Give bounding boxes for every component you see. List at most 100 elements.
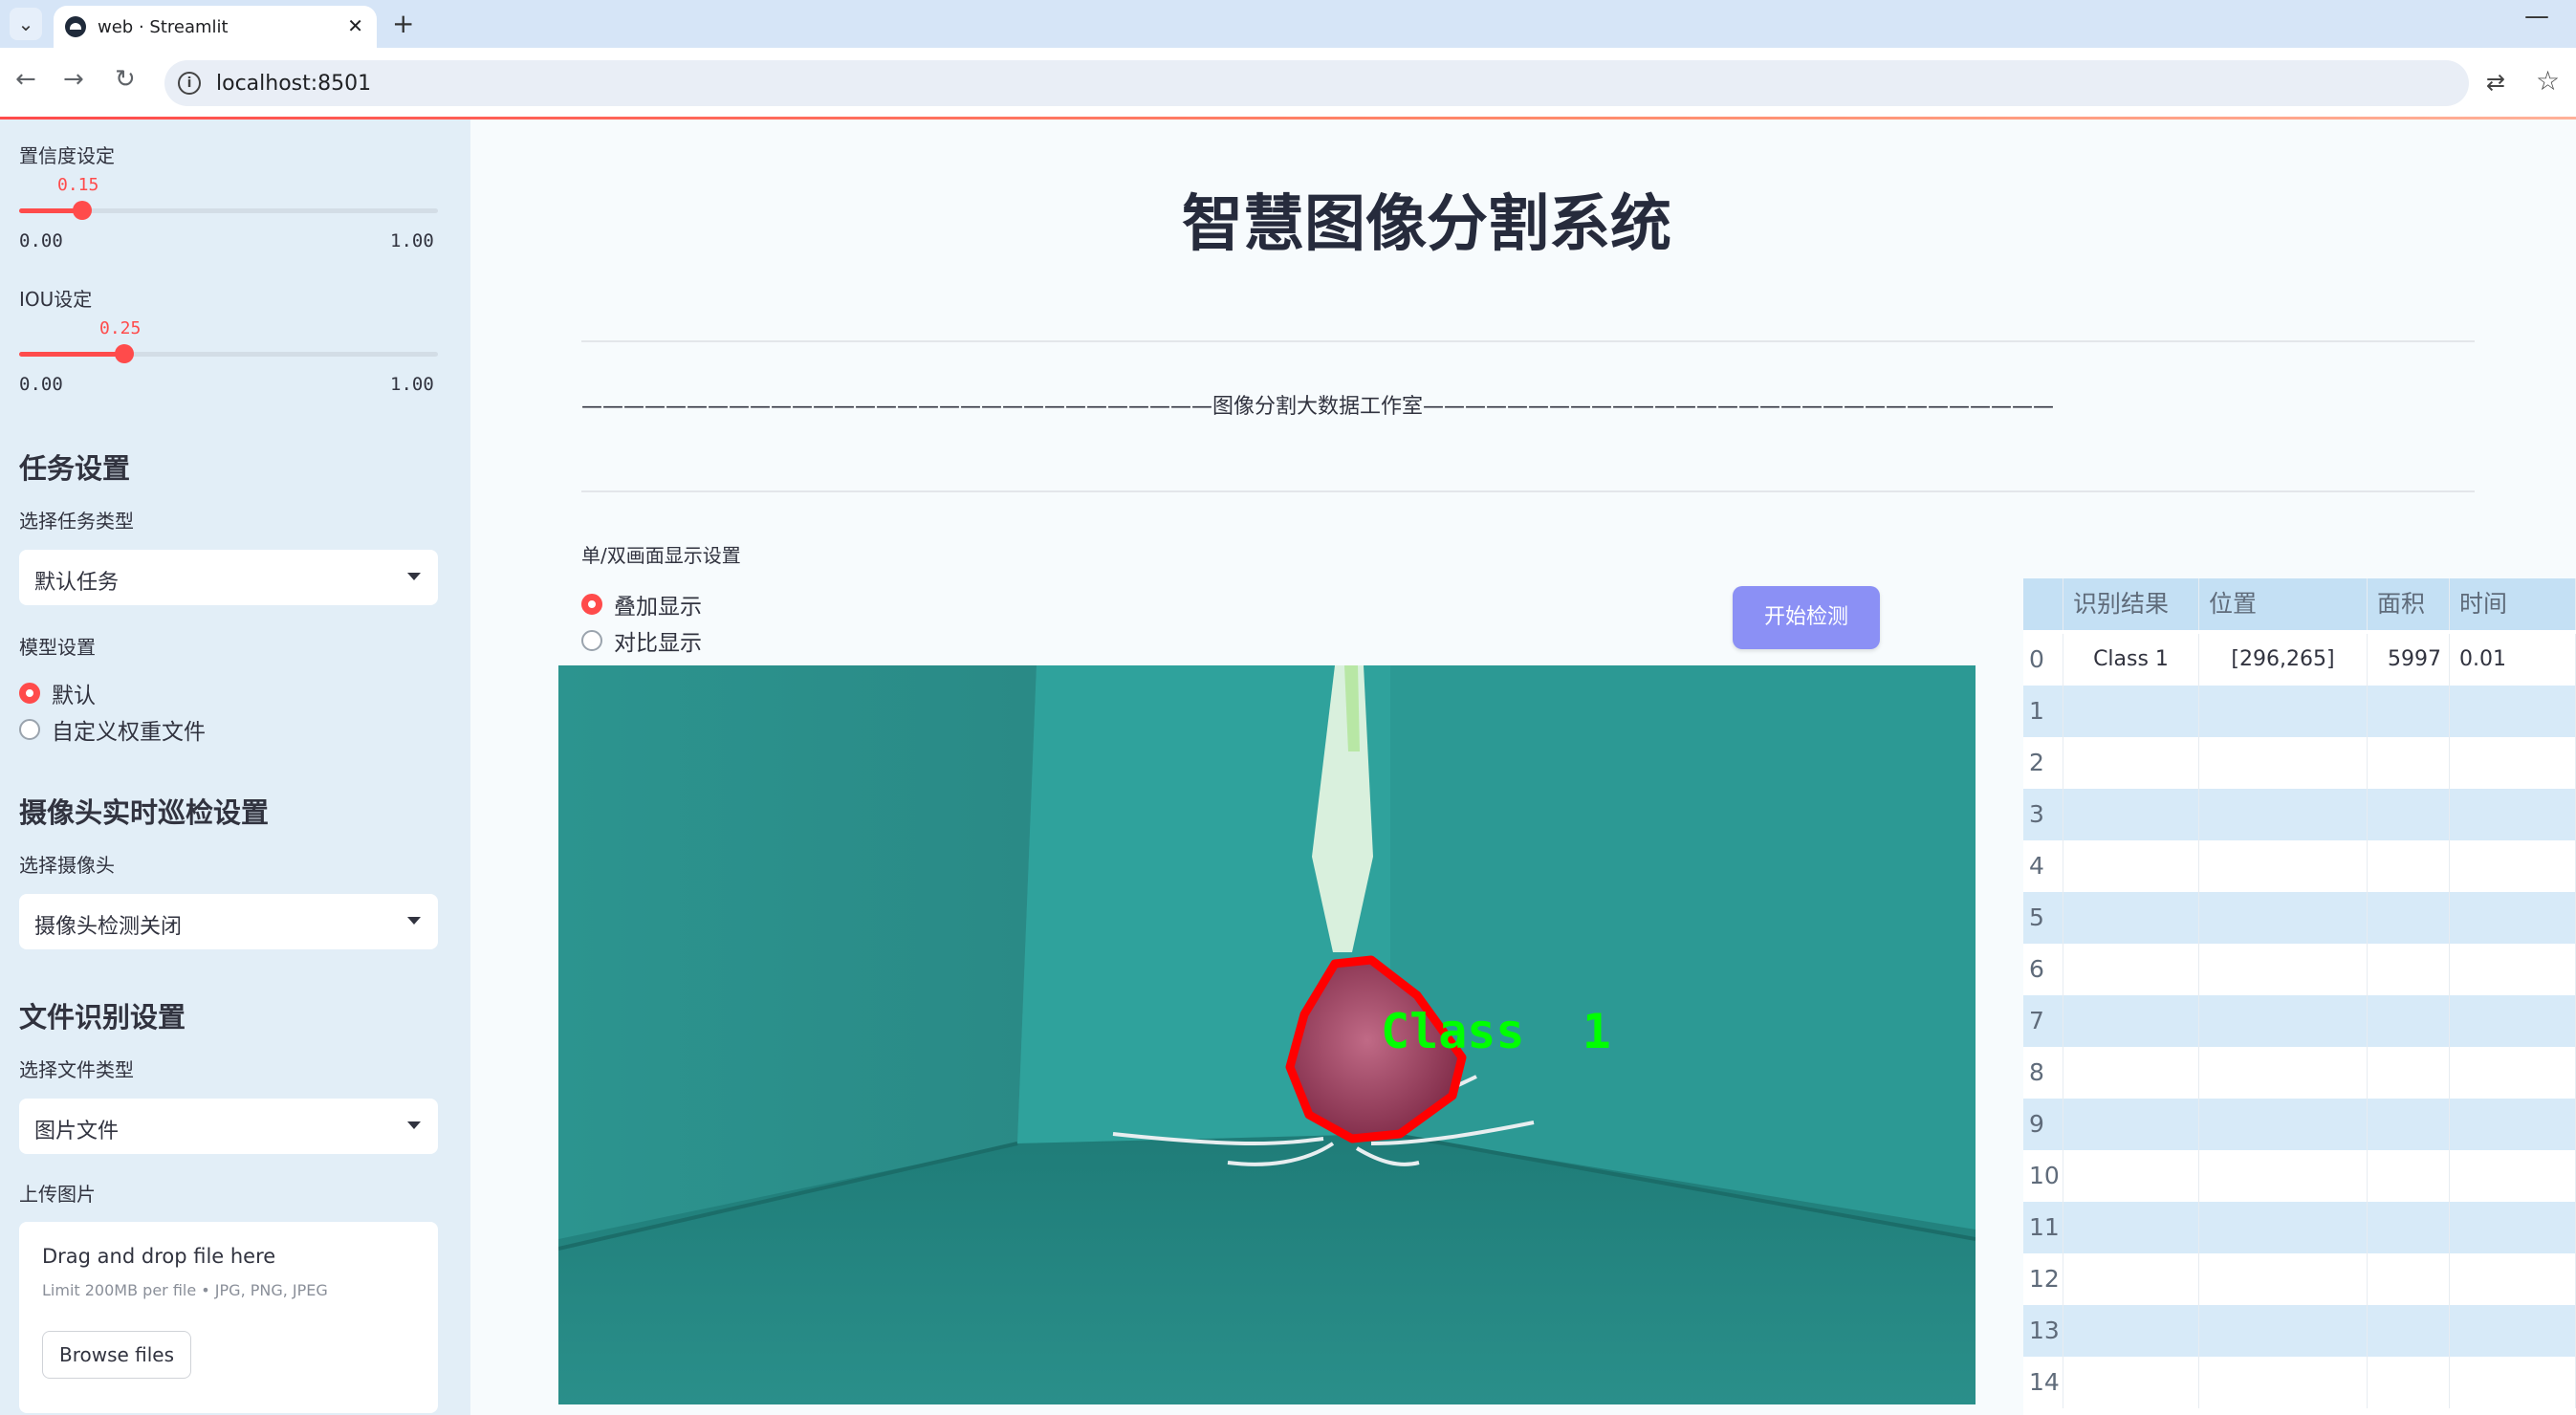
table-row[interactable]: 4: [2023, 840, 2576, 892]
table-cell: [2199, 1047, 2368, 1099]
translate-icon[interactable]: ⇄: [2486, 69, 2505, 96]
browser-toolbar: ← → ↻ i localhost:8501 ⇄ ☆: [0, 48, 2576, 119]
table-row[interactable]: 9: [2023, 1099, 2576, 1150]
minimize-window-icon[interactable]: —: [2524, 2, 2549, 31]
table-row[interactable]: 12: [2023, 1253, 2576, 1305]
close-tab-icon[interactable]: ✕: [347, 14, 363, 37]
table-cell: [2199, 1253, 2368, 1305]
table-cell: [2199, 1150, 2368, 1202]
table-cell: 0.01: [2450, 634, 2576, 686]
table-header-cell: [2023, 578, 2063, 630]
table-row[interactable]: 14: [2023, 1357, 2576, 1408]
table-cell: [2063, 789, 2199, 840]
back-arrow-icon[interactable]: ←: [15, 65, 36, 94]
file-type-select[interactable]: 图片文件: [19, 1099, 438, 1154]
camera-settings-heading: 摄像头实时巡检设置: [19, 796, 270, 829]
table-cell: 3: [2023, 789, 2063, 840]
table-row[interactable]: 6: [2023, 944, 2576, 995]
table-cell: 14: [2023, 1357, 2063, 1408]
table-cell: [2450, 995, 2576, 1047]
sidebar: 置信度设定 0.15 0.00 1.00 IOU设定 0.25 0.00 1.0…: [0, 120, 470, 1415]
table-cell: 13: [2023, 1305, 2063, 1357]
table-row[interactable]: 10: [2023, 1150, 2576, 1202]
table-cell: [2063, 944, 2199, 995]
address-bar[interactable]: i localhost:8501: [164, 60, 2469, 106]
camera-value: 摄像头检测关闭: [34, 915, 183, 939]
table-row[interactable]: 3: [2023, 789, 2576, 840]
iou-slider[interactable]: [19, 344, 438, 363]
table-cell: [2450, 840, 2576, 892]
table-cell: 8: [2023, 1047, 2063, 1099]
start-detection-button[interactable]: 开始检测: [1733, 586, 1880, 649]
display-option-compare[interactable]: 对比显示: [581, 624, 702, 657]
table-cell: [2063, 1253, 2199, 1305]
table-cell: [2368, 995, 2450, 1047]
iou-slider-thumb[interactable]: [114, 344, 134, 363]
chevron-down-icon: [407, 917, 421, 925]
reload-icon[interactable]: ↻: [115, 65, 136, 94]
confidence-min: 0.00: [19, 230, 63, 251]
confidence-slider[interactable]: [19, 201, 438, 220]
radio-selected-icon: [19, 683, 40, 704]
task-type-value: 默认任务: [34, 571, 120, 595]
model-option-custom[interactable]: 自定义权重文件: [19, 713, 206, 746]
table-cell: [2199, 1202, 2368, 1253]
table-cell: [2368, 1202, 2450, 1253]
table-cell: [2368, 840, 2450, 892]
table-cell: [2450, 737, 2576, 789]
camera-label: 选择摄像头: [19, 854, 115, 877]
detection-class-label: Class 1: [1381, 1004, 1611, 1059]
table-cell: [2063, 1305, 2199, 1357]
dropzone-limits: Limit 200MB per file • JPG, PNG, JPEG: [42, 1281, 328, 1299]
table-cell: [2450, 1357, 2576, 1408]
tab-list-chevron-icon[interactable]: ⌄: [10, 8, 42, 40]
table-cell: [2450, 1047, 2576, 1099]
model-option-default[interactable]: 默认: [19, 677, 96, 709]
task-type-select[interactable]: 默认任务: [19, 550, 438, 605]
table-cell: [2199, 1305, 2368, 1357]
file-type-label: 选择文件类型: [19, 1058, 134, 1081]
display-option-overlay[interactable]: 叠加显示: [581, 588, 702, 620]
segmentation-result-image: Class 1: [558, 665, 1976, 1404]
table-cell: [2063, 1357, 2199, 1408]
browser-tab[interactable]: web · Streamlit ✕: [54, 6, 377, 48]
table-cell: [2368, 686, 2450, 737]
table-header-row[interactable]: 识别结果 位置 面积 时间: [2023, 578, 2576, 630]
table-cell: 1: [2023, 686, 2063, 737]
model-option-label: 自定义权重文件: [52, 720, 206, 745]
table-row[interactable]: 8: [2023, 1047, 2576, 1099]
table-cell: [2450, 686, 2576, 737]
table-cell: [2199, 995, 2368, 1047]
table-cell: [2368, 1150, 2450, 1202]
table-row[interactable]: 0 Class 1 [296,265] 5997 0.01: [2023, 634, 2576, 686]
table-cell: [2063, 1047, 2199, 1099]
results-table[interactable]: 识别结果 位置 面积 时间 0 Class 1 [296,265] 5997 0.01 1 2 3 4 5…: [2023, 578, 2576, 1415]
file-type-value: 图片文件: [34, 1120, 120, 1143]
camera-select[interactable]: 摄像头检测关闭: [19, 894, 438, 949]
table-cell: [2063, 995, 2199, 1047]
model-settings-label: 模型设置: [19, 636, 96, 659]
table-row[interactable]: 13: [2023, 1305, 2576, 1357]
table-cell: [2368, 944, 2450, 995]
table-row[interactable]: 7: [2023, 995, 2576, 1047]
divider: [581, 340, 2475, 342]
table-cell: [2199, 686, 2368, 737]
table-row[interactable]: 11: [2023, 1202, 2576, 1253]
table-cell: [2450, 789, 2576, 840]
radio-unselected-icon: [581, 630, 602, 651]
bookmark-star-icon[interactable]: ☆: [2536, 65, 2560, 97]
new-tab-icon[interactable]: +: [392, 8, 414, 39]
table-cell: 5: [2023, 892, 2063, 944]
dropzone-title: Drag and drop file here: [42, 1245, 276, 1268]
table-row[interactable]: 5: [2023, 892, 2576, 944]
browse-files-button[interactable]: Browse files: [42, 1331, 191, 1379]
file-uploader-dropzone[interactable]: Drag and drop file here Limit 200MB per …: [19, 1222, 438, 1413]
table-cell: [2063, 1150, 2199, 1202]
table-row[interactable]: 2: [2023, 737, 2576, 789]
forward-arrow-icon[interactable]: →: [63, 65, 84, 94]
site-info-icon[interactable]: i: [178, 72, 201, 95]
radio-selected-icon: [581, 594, 602, 615]
table-row[interactable]: 1: [2023, 686, 2576, 737]
table-cell: [2199, 1099, 2368, 1150]
confidence-slider-thumb[interactable]: [72, 201, 92, 220]
